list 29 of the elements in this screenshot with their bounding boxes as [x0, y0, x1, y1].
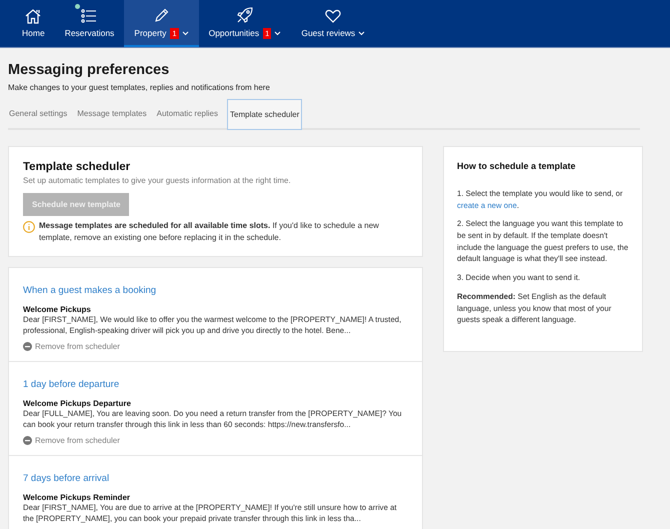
tab[interactable]: Message templates — [76, 99, 152, 128]
nav-item[interactable]: Guest reviews — [291, 0, 376, 47]
nav-item[interactable]: Home — [12, 0, 55, 47]
template-name: Welcome Pickups — [23, 305, 92, 314]
remove-from-scheduler-button[interactable]: Remove from scheduler — [23, 436, 120, 445]
pencil-icon — [154, 8, 169, 22]
tab[interactable]: Template scheduler — [227, 99, 302, 130]
minus-circle-icon — [23, 436, 32, 445]
schedule-trigger-link[interactable]: 7 days before arrival — [23, 472, 110, 484]
heart-icon — [325, 8, 342, 22]
page-title: Messaging preferences — [8, 62, 170, 78]
page-subtitle: Make changes to your guest templates, replies and notifications from here — [8, 83, 271, 92]
tab[interactable]: General settings — [8, 99, 72, 128]
home-icon — [24, 8, 42, 24]
info-icon — [23, 221, 35, 233]
nav-item[interactable]: Reservations — [54, 0, 124, 47]
list-icon — [81, 8, 98, 22]
notice-text: Message templates are scheduled for all available time slots. If you'd like to schedule a new template, remove an existing one before replacing it in the schedule. — [39, 220, 380, 244]
template-name: Welcome Pickups Reminder — [23, 492, 131, 502]
tab[interactable]: Automatic replies — [156, 99, 223, 128]
minus-circle-icon — [23, 342, 32, 351]
schedule-trigger-link[interactable]: 1 day before departure — [23, 378, 120, 390]
help-title: How to schedule a template — [457, 161, 577, 171]
schedule-trigger-link[interactable]: When a guest makes a booking — [23, 285, 156, 296]
remove-from-scheduler-button[interactable]: Remove from scheduler — [23, 342, 120, 351]
rocket-icon — [236, 7, 253, 23]
card-title: Template scheduler — [23, 161, 132, 173]
card-subtitle: Set up automatic templates to give your guests information at the right time. — [23, 176, 292, 185]
template-name: Welcome Pickups Departure — [23, 398, 132, 408]
